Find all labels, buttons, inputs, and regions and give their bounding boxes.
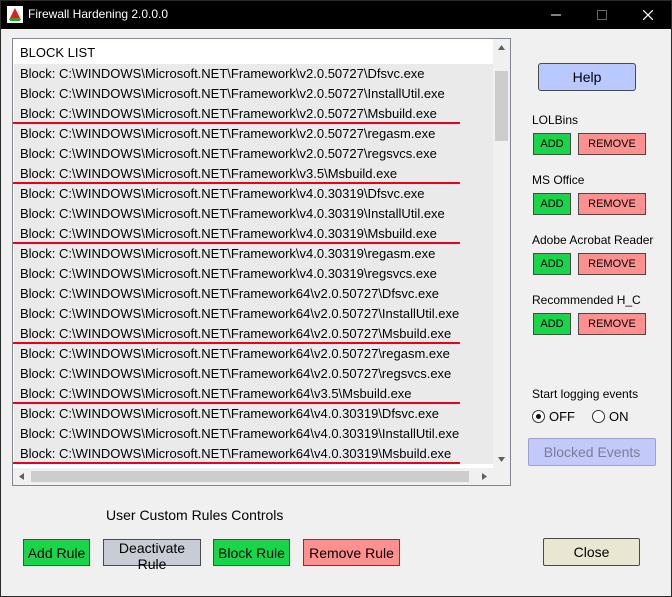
scroll-down-icon[interactable] xyxy=(497,455,506,464)
list-item[interactable]: Block: C:\WINDOWS\Microsoft.NET\Framewor… xyxy=(14,364,494,384)
ms-office-remove-button[interactable]: REMOVE xyxy=(578,193,646,215)
list-item[interactable]: Block: C:\WINDOWS\Microsoft.NET\Framewor… xyxy=(13,104,494,124)
vertical-scrollbar[interactable] xyxy=(493,39,510,468)
list-item[interactable]: Block: C:\WINDOWS\Microsoft.NET\Framewor… xyxy=(14,304,494,324)
scroll-left-icon[interactable] xyxy=(17,472,26,481)
list-item[interactable]: Block: C:\WINDOWS\Microsoft.NET\Framewor… xyxy=(14,284,494,304)
add-rule-button[interactable]: Add Rule xyxy=(23,539,90,566)
list-item[interactable]: Block: C:\WINDOWS\Microsoft.NET\Framewor… xyxy=(14,424,494,444)
list-item[interactable]: Block: C:\WINDOWS\Microsoft.NET\Framewor… xyxy=(13,324,494,344)
deactivate-rule-button[interactable]: Deactivate Rule xyxy=(103,539,201,572)
horizontal-scroll-thumb[interactable] xyxy=(31,471,469,482)
close-window-button[interactable] xyxy=(625,1,671,29)
maximize-icon xyxy=(597,10,607,20)
logging-off-label: OFF xyxy=(549,409,575,424)
group-label-adobe-acrobat: Adobe Acrobat Reader xyxy=(532,233,654,247)
block-list[interactable]: BLOCK LIST Block: C:\WINDOWS\Microsoft.N… xyxy=(12,38,511,486)
window-title: Firewall Hardening 2.0.0.0 xyxy=(28,7,169,21)
logging-label: Start logging events xyxy=(532,387,639,401)
app-window: Firewall Hardening 2.0.0.0 BLOCK LIST Bl… xyxy=(0,0,672,597)
scrollbar-corner xyxy=(493,468,510,485)
list-item[interactable]: Block: C:\WINDOWS\Microsoft.NET\Framewor… xyxy=(14,244,494,264)
logging-off-radio[interactable]: OFF xyxy=(532,409,578,425)
logging-on-radio[interactable]: ON xyxy=(592,409,632,425)
help-button[interactable]: Help xyxy=(538,63,636,91)
ms-office-add-button[interactable]: ADD xyxy=(533,193,571,215)
list-item[interactable]: Block: C:\WINDOWS\Microsoft.NET\Framewor… xyxy=(14,84,494,104)
vertical-scroll-thumb[interactable] xyxy=(495,71,508,141)
list-item[interactable]: Block: C:\WINDOWS\Microsoft.NET\Framewor… xyxy=(14,344,494,364)
list-item[interactable]: Block: C:\WINDOWS\Microsoft.NET\Framewor… xyxy=(14,124,494,144)
recommended-hc-remove-button[interactable]: REMOVE xyxy=(578,313,646,335)
group-label-recommended-hc: Recommended H_C xyxy=(532,293,641,307)
list-item[interactable]: Block: C:\WINDOWS\Microsoft.NET\Framewor… xyxy=(14,64,494,84)
adobe-acrobat-remove-button[interactable]: REMOVE xyxy=(578,253,646,275)
list-item[interactable]: Block: C:\WINDOWS\Microsoft.NET\Framewor… xyxy=(13,224,494,244)
minimize-button[interactable] xyxy=(533,1,579,29)
list-item[interactable]: Block: C:\WINDOWS\Microsoft.NET\Framewor… xyxy=(14,144,494,164)
block-list-rows: Block: C:\WINDOWS\Microsoft.NET\Framewor… xyxy=(13,64,494,464)
radio-unselected-icon[interactable] xyxy=(592,410,605,423)
list-item[interactable]: Block: C:\WINDOWS\Microsoft.NET\Framewor… xyxy=(14,204,494,224)
scroll-right-icon[interactable] xyxy=(480,472,489,481)
maximize-button[interactable] xyxy=(579,1,625,29)
logging-on-label: ON xyxy=(609,409,629,424)
lolbins-add-button[interactable]: ADD xyxy=(533,133,571,155)
lolbins-remove-button[interactable]: REMOVE xyxy=(578,133,646,155)
app-logo-icon xyxy=(7,6,23,23)
title-bar[interactable]: Firewall Hardening 2.0.0.0 xyxy=(1,1,671,29)
group-label-lolbins: LOLBins xyxy=(532,113,579,127)
radio-selected-icon[interactable] xyxy=(532,410,545,423)
remove-rule-button[interactable]: Remove Rule xyxy=(303,539,400,566)
adobe-acrobat-add-button[interactable]: ADD xyxy=(533,253,571,275)
block-list-header: BLOCK LIST xyxy=(20,45,96,60)
list-item[interactable]: Block: C:\WINDOWS\Microsoft.NET\Framewor… xyxy=(14,404,494,424)
recommended-hc-add-button[interactable]: ADD xyxy=(533,313,571,335)
list-item[interactable]: Block: C:\WINDOWS\Microsoft.NET\Framewor… xyxy=(13,444,494,464)
horizontal-scrollbar[interactable] xyxy=(13,468,493,485)
blocked-events-button[interactable]: Blocked Events xyxy=(528,438,656,466)
minimize-icon xyxy=(551,14,561,16)
group-label-ms-office: MS Office xyxy=(532,173,585,187)
list-item[interactable]: Block: C:\WINDOWS\Microsoft.NET\Framewor… xyxy=(13,164,494,184)
list-item[interactable]: Block: C:\WINDOWS\Microsoft.NET\Framewor… xyxy=(14,264,494,284)
scroll-up-icon[interactable] xyxy=(497,43,506,52)
list-item[interactable]: Block: C:\WINDOWS\Microsoft.NET\Framewor… xyxy=(13,384,494,404)
close-icon xyxy=(643,10,653,20)
close-button[interactable]: Close xyxy=(543,538,640,566)
block-rule-button[interactable]: Block Rule xyxy=(213,539,290,566)
list-item[interactable]: Block: C:\WINDOWS\Microsoft.NET\Framewor… xyxy=(14,184,494,204)
custom-rules-title: User Custom Rules Controls xyxy=(106,507,284,523)
